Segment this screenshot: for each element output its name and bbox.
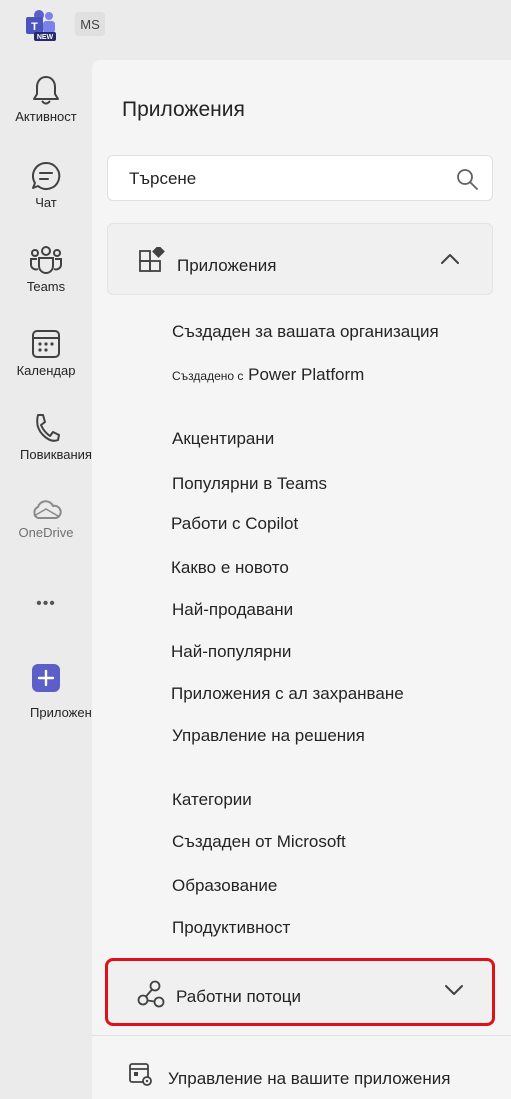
more-apps-button[interactable]: ••• — [0, 592, 92, 613]
phone-icon — [36, 414, 60, 442]
link-education[interactable]: Образование — [172, 876, 277, 896]
app-bar: Активност Чат Teams Календар Повиквания … — [0, 60, 107, 1099]
link-popular-in-teams[interactable]: Популярни в Teams — [172, 474, 327, 494]
rail-item-chat[interactable]: Чат — [0, 160, 92, 210]
page-title: Приложения — [122, 98, 245, 121]
link-most-popular[interactable]: Най-популярни — [171, 642, 291, 662]
workflow-nodes-icon — [137, 980, 165, 1008]
rail-label-calls: Повиквания — [20, 447, 92, 462]
calendar-icon — [32, 330, 60, 358]
rail-label-onedrive: OneDrive — [18, 525, 74, 540]
link-built-for-org[interactable]: Създаден за вашата организация — [172, 322, 439, 342]
link-works-with-copilot[interactable]: Работи с Copilot — [171, 514, 298, 534]
rail-item-onedrive[interactable]: OneDrive — [0, 498, 92, 540]
link-categories[interactable]: Категории — [172, 790, 252, 810]
built-with-prefix: Създадено с — [172, 369, 244, 383]
link-whats-new[interactable]: Какво е новото — [171, 558, 289, 578]
built-with-product: Power Platform — [248, 365, 365, 384]
link-built-with-power-platform[interactable]: Създадено с Power Platform — [172, 365, 364, 385]
rail-item-teams[interactable]: Teams — [0, 244, 92, 294]
teams-logo-icon[interactable]: T NEW — [24, 9, 58, 43]
teams-icon — [30, 246, 62, 274]
search-input[interactable] — [127, 167, 431, 191]
cloud-icon — [33, 500, 62, 519]
rail-item-calls[interactable]: Повиквания — [0, 412, 92, 462]
new-badge: NEW — [37, 34, 54, 41]
manage-apps-link[interactable]: Управление на вашите приложения — [168, 1069, 450, 1089]
rail-item-apps[interactable]: Приложения — [0, 664, 107, 720]
bell-icon — [33, 76, 59, 105]
link-productivity[interactable]: Продуктивност — [172, 918, 290, 938]
search-icon[interactable] — [456, 168, 478, 190]
link-manage-solutions[interactable]: Управление на решения — [172, 726, 365, 746]
search-box[interactable] — [107, 155, 493, 201]
plus-icon — [32, 664, 60, 692]
svg-text:T: T — [31, 21, 38, 33]
title-bar: T NEW MS — [0, 0, 511, 60]
rail-item-activity[interactable]: Активност — [0, 74, 92, 124]
apps-panel: Приложения Приложения Създаден за вашата… — [92, 60, 511, 1099]
apps-grid-icon — [139, 247, 165, 272]
manage-apps-icon[interactable] — [128, 1062, 154, 1088]
divider — [92, 1035, 511, 1036]
rail-label-activity: Активност — [15, 109, 77, 124]
rail-label-teams: Teams — [26, 279, 66, 294]
link-ai-powered-apps[interactable]: Приложения с ал захранване — [171, 684, 404, 704]
chat-icon — [31, 161, 61, 190]
more-icon: ••• — [36, 595, 56, 612]
link-top-sellers[interactable]: Най-продавани — [172, 600, 293, 620]
rail-label-calendar: Календар — [16, 363, 76, 378]
apps-section-label: Приложения — [177, 256, 277, 275]
rail-label-apps: Приложения — [30, 705, 107, 720]
link-built-by-microsoft[interactable]: Създаден от Microsoft — [172, 832, 346, 852]
apps-section-header[interactable]: Приложения — [107, 223, 493, 295]
rail-item-calendar[interactable]: Календар — [0, 328, 92, 378]
chevron-down-icon — [445, 985, 463, 995]
user-initials-button[interactable]: MS — [75, 12, 105, 36]
rail-label-chat: Чат — [35, 195, 57, 210]
workflows-section-label: Работни потоци — [176, 987, 302, 1006]
link-featured[interactable]: Акцентирани — [172, 429, 274, 449]
workflows-section-header[interactable]: Работни потоци — [105, 958, 495, 1026]
chevron-up-icon — [441, 254, 459, 264]
